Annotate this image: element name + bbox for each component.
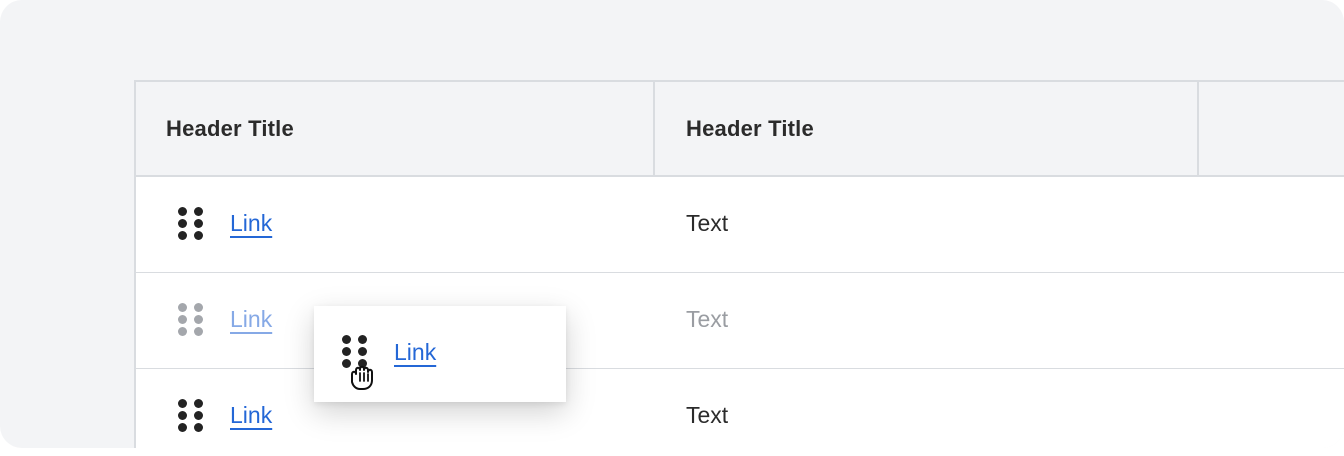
table-row: Link Text [136,177,1344,274]
grab-cursor-icon [351,365,373,390]
column-divider [1197,82,1199,175]
content-panel: Header Title Header Title Link Text Link… [0,0,1344,448]
row-text: Text [686,210,729,236]
row-link[interactable]: Link [230,210,272,237]
column-divider [653,82,655,175]
row-text: Text [686,306,729,332]
column-header[interactable]: Header Title [166,82,294,175]
row-link: Link [230,306,273,332]
table-header: Header Title Header Title [136,82,1344,177]
drag-handle-icon [178,303,204,339]
drag-handle-icon[interactable] [178,399,204,435]
preview-link[interactable]: Link [394,339,436,366]
drag-handle-icon[interactable] [178,207,204,243]
column-header[interactable]: Header Title [686,82,814,175]
row-link[interactable]: Link [230,402,272,429]
row-text: Text [686,402,729,428]
